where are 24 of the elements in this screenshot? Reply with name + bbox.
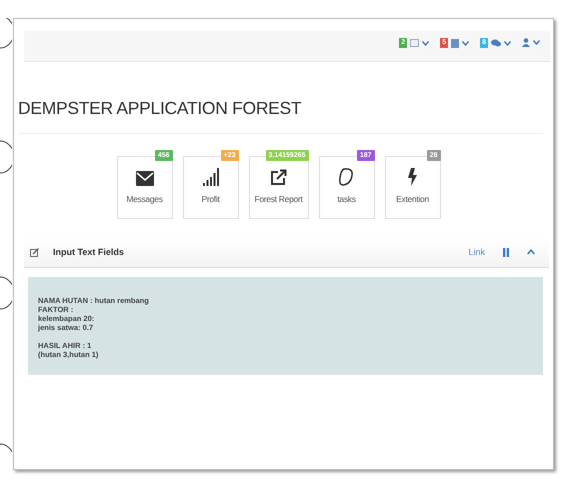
tile-label: tasks (337, 194, 356, 204)
external-link-icon (270, 169, 287, 186)
chevron-down-icon[interactable] (422, 40, 430, 46)
lightning-icon (408, 168, 417, 186)
panel-title: Input Text Fields (53, 247, 125, 257)
shortcut-tile[interactable]: tasks (318, 156, 374, 219)
shortcut-tile[interactable]: Profit (182, 156, 238, 219)
edit-icon (30, 248, 39, 256)
tile-label: Forest Report (254, 194, 303, 204)
shortcut-tile[interactable]: Extention (384, 156, 440, 219)
signal-bars-icon (202, 168, 218, 186)
columns-icon[interactable] (503, 248, 509, 256)
tile-label: Profit (201, 194, 220, 204)
chevron-down-icon[interactable] (504, 40, 511, 46)
user-icon[interactable] (522, 38, 530, 47)
tile-label: Messages (126, 194, 163, 204)
tile-label: Extention (396, 194, 429, 204)
envelope-icon (136, 171, 154, 186)
blob-icon (339, 168, 354, 186)
chevron-down-icon[interactable] (462, 40, 470, 46)
chevron-down-icon[interactable] (533, 40, 540, 45)
chat-icon[interactable] (491, 39, 501, 47)
page-title: DEMPSTER APPLICATION FOREST (18, 98, 543, 134)
chevron-up-icon[interactable] (527, 249, 535, 255)
